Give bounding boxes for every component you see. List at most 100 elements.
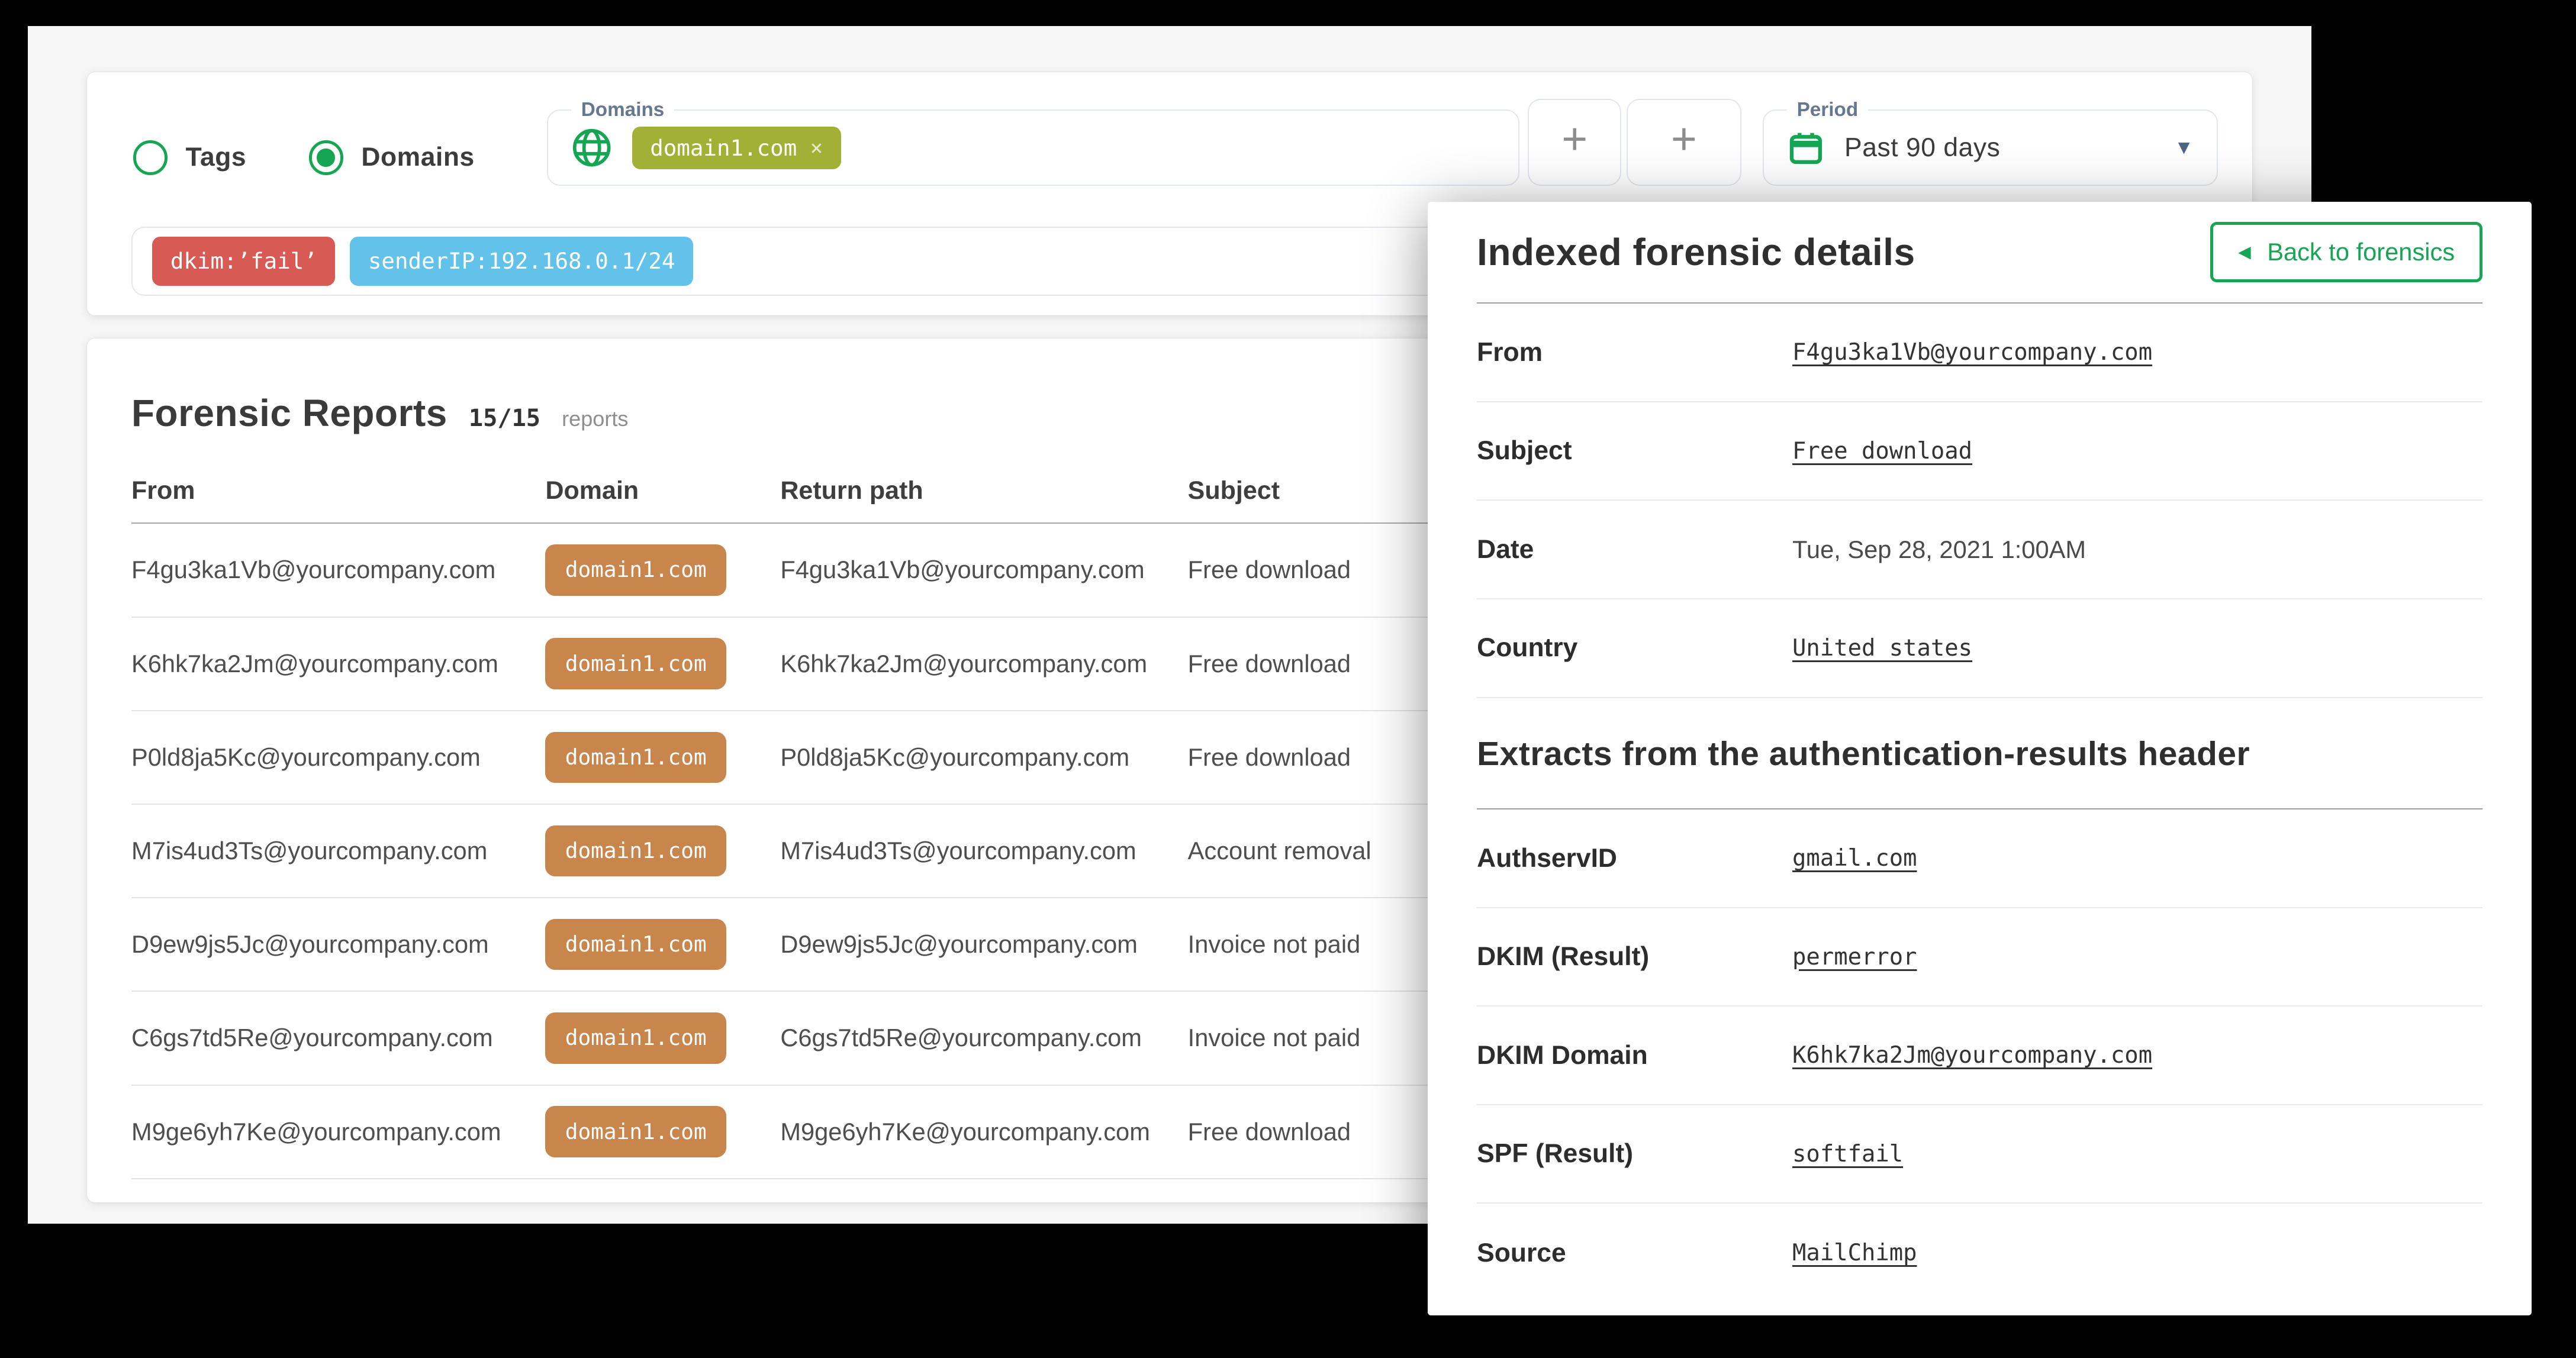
domain-badge: domain1.com xyxy=(545,638,726,689)
detail-value[interactable]: United states xyxy=(1792,599,1972,697)
subject-cell: Free download xyxy=(1188,1086,1351,1178)
domains-fieldset: Domains domain1.com × xyxy=(547,99,1519,186)
domain-badge: domain1.com xyxy=(545,1106,726,1157)
add-filter-box: + xyxy=(1627,99,1741,186)
subject-cell: Invoice not paid xyxy=(1188,992,1361,1084)
domain-badge: domain1.com xyxy=(545,544,726,595)
return-path-cell: D9ew9js5Jc@yourcompany.com xyxy=(780,898,1138,991)
detail-fields: From F4gu3ka1Vb@yourcompany.com Subject Fre… xyxy=(1477,304,2482,698)
radio-label: Domains xyxy=(361,143,474,172)
domain-cell: domain1.com xyxy=(545,711,726,804)
detail-label: Country xyxy=(1477,599,1577,697)
domains-fieldset-label: Domains xyxy=(571,99,674,121)
add-domain-box: + xyxy=(1528,99,1621,186)
subject-cell: Free download xyxy=(1188,618,1351,710)
domain-cell: domain1.com xyxy=(545,992,726,1084)
globe-icon xyxy=(571,127,612,168)
return-path-cell: F4gu3ka1Vb@yourcompany.com xyxy=(780,524,1144,616)
detail-label: DKIM (Result) xyxy=(1477,908,1649,1006)
from-cell: F4gu3ka1Vb@yourcompany.com xyxy=(131,524,495,616)
detail-value[interactable]: F4gu3ka1Vb@yourcompany.com xyxy=(1792,304,2152,401)
detail-row: Subject Free download xyxy=(1477,402,2482,501)
detail-value[interactable]: MailChimp xyxy=(1792,1204,1917,1302)
domain-cell: domain1.com xyxy=(545,524,726,616)
subject-cell: Account removal xyxy=(1188,805,1371,897)
domain-cell: domain1.com xyxy=(545,805,726,897)
from-cell: D9ew9js5Jc@yourcompany.com xyxy=(131,898,489,991)
domain-chip[interactable]: domain1.com × xyxy=(632,127,841,169)
period-select[interactable]: Period Past 90 days ▼ xyxy=(1763,99,2218,186)
screenshot-canvas: Tags Domains Domains domain1.com xyxy=(0,0,2576,1358)
domain-badge: domain1.com xyxy=(545,732,726,783)
detail-value[interactable]: Free download xyxy=(1792,402,1972,500)
detail-row: From F4gu3ka1Vb@yourcompany.com xyxy=(1477,304,2482,402)
detail-label: From xyxy=(1477,304,1543,401)
domain-cell: domain1.com xyxy=(545,618,726,710)
chevron-down-icon[interactable]: ▼ xyxy=(2174,137,2194,159)
page-title: Forensic Reports xyxy=(131,391,447,435)
return-path-cell: K6hk7ka2Jm@yourcompany.com xyxy=(780,618,1147,710)
from-cell: M7is4ud3Ts@yourcompany.com xyxy=(131,805,487,897)
reports-count-label: reports xyxy=(562,407,628,431)
domain-badge: domain1.com xyxy=(545,825,726,876)
radio-icon xyxy=(309,140,343,175)
overlay-title: Indexed forensic details xyxy=(1477,230,1915,274)
detail-label: AuthservID xyxy=(1477,809,1617,907)
radio-icon xyxy=(133,140,168,175)
from-cell: C6gs7td5Re@yourcompany.com xyxy=(131,992,493,1084)
detail-value[interactable]: permerror xyxy=(1792,908,1917,1006)
detail-value[interactable]: K6hk7ka2Jm@yourcompany.com xyxy=(1792,1007,2152,1104)
detail-row: SPF (Result) softfail xyxy=(1477,1105,2482,1204)
period-value: Past 90 days xyxy=(1844,133,2000,163)
detail-label: Date xyxy=(1477,501,1534,598)
detail-row: Date Tue, Sep 28, 2021 1:00AM xyxy=(1477,501,2482,599)
indexed-forensic-details-panel: Indexed forensic details ◀ Back to foren… xyxy=(1428,202,2532,1315)
detail-row: Country United states xyxy=(1477,599,2482,698)
back-arrow-icon: ◀ xyxy=(2238,244,2250,260)
period-label: Period xyxy=(1787,99,1868,121)
detail-value[interactable]: softfail xyxy=(1792,1105,1903,1203)
detail-row: Source MailChimp xyxy=(1477,1204,2482,1302)
auth-results-section-title: Extracts from the authentication-results… xyxy=(1477,734,2250,773)
domain-chip-label: domain1.com xyxy=(650,135,797,161)
auth-detail-fields: AuthservID gmail.com DKIM (Result) permerro… xyxy=(1477,809,2482,1302)
add-domain-button[interactable]: + xyxy=(1561,117,1588,161)
subject-cell: Invoice not paid xyxy=(1188,898,1361,991)
detail-value[interactable]: gmail.com xyxy=(1792,809,1917,907)
from-cell: K6hk7ka2Jm@yourcompany.com xyxy=(131,618,498,710)
reports-count: 15/15 xyxy=(469,405,540,432)
radio-selected-dot xyxy=(317,149,335,167)
domain-cell: domain1.com xyxy=(545,1086,726,1178)
return-path-cell: M7is4ud3Ts@yourcompany.com xyxy=(780,805,1136,897)
domain-cell: domain1.com xyxy=(545,898,726,991)
radio-option-tags[interactable]: Tags xyxy=(133,140,246,175)
detail-row: DKIM Domain K6hk7ka2Jm@yourcompany.com xyxy=(1477,1007,2482,1105)
back-button-label: Back to forensics xyxy=(2267,238,2455,266)
remove-domain-icon[interactable]: × xyxy=(810,136,823,160)
domain-badge: domain1.com xyxy=(545,1012,726,1063)
detail-row: DKIM (Result) permerror xyxy=(1477,908,2482,1007)
column-header-domain: Domain xyxy=(545,460,639,522)
filter-chip[interactable]: senderIP:192.168.0.1/24 xyxy=(350,237,693,286)
detail-value: Tue, Sep 28, 2021 1:00AM xyxy=(1792,501,2086,598)
return-path-cell: M9ge6yh7Ke@yourcompany.com xyxy=(780,1086,1150,1178)
back-to-forensics-button[interactable]: ◀ Back to forensics xyxy=(2210,222,2482,282)
detail-label: Subject xyxy=(1477,402,1572,500)
add-filter-button[interactable]: + xyxy=(1671,117,1697,161)
subject-cell: Free download xyxy=(1188,711,1351,804)
detail-label: DKIM Domain xyxy=(1477,1007,1648,1104)
radio-option-domains[interactable]: Domains xyxy=(309,140,475,175)
return-path-cell: P0ld8ja5Kc@yourcompany.com xyxy=(780,711,1129,804)
from-cell: M9ge6yh7Ke@yourcompany.com xyxy=(131,1086,501,1178)
return-path-cell: C6gs7td5Re@yourcompany.com xyxy=(780,992,1142,1084)
filter-chip[interactable]: dkim:’fail’ xyxy=(152,237,335,286)
report-type-radio-group: Tags Domains xyxy=(133,121,475,193)
detail-label: Source xyxy=(1477,1204,1566,1302)
from-cell: P0ld8ja5Kc@yourcompany.com xyxy=(131,711,481,804)
column-header-subject: Subject xyxy=(1188,460,1280,522)
domain-badge: domain1.com xyxy=(545,919,726,970)
detail-row: AuthservID gmail.com xyxy=(1477,809,2482,908)
column-header-from: From xyxy=(131,460,195,522)
detail-label: SPF (Result) xyxy=(1477,1105,1633,1203)
column-header-return-path: Return path xyxy=(780,460,923,522)
